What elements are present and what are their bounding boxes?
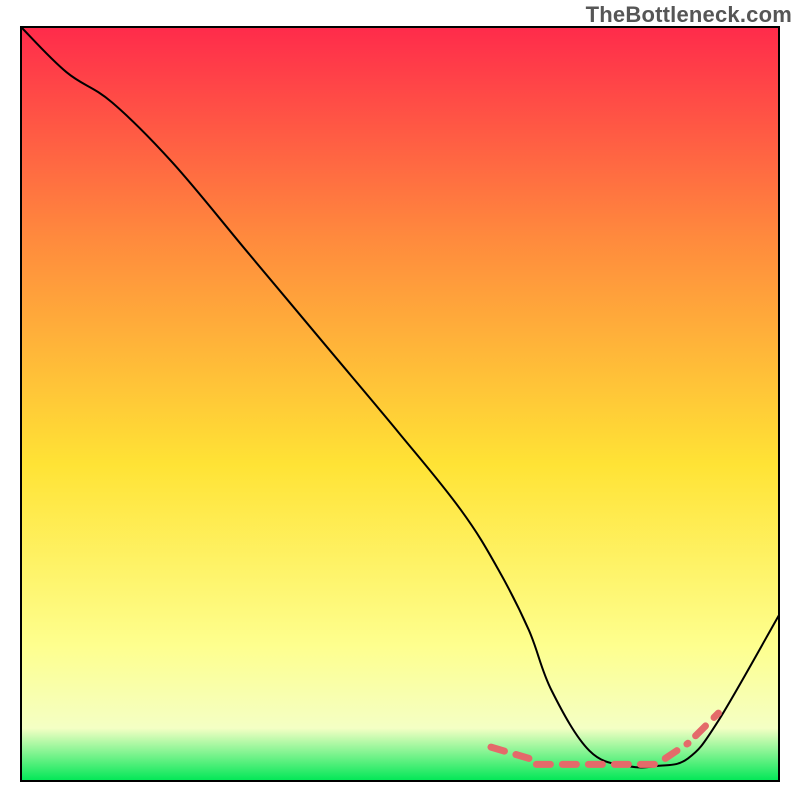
- bottleneck-chart: [0, 0, 800, 800]
- chart-frame: TheBottleneck.com: [0, 0, 800, 800]
- watermark-text: TheBottleneck.com: [586, 2, 792, 28]
- plot-area: [21, 27, 779, 781]
- plot-background: [21, 27, 779, 781]
